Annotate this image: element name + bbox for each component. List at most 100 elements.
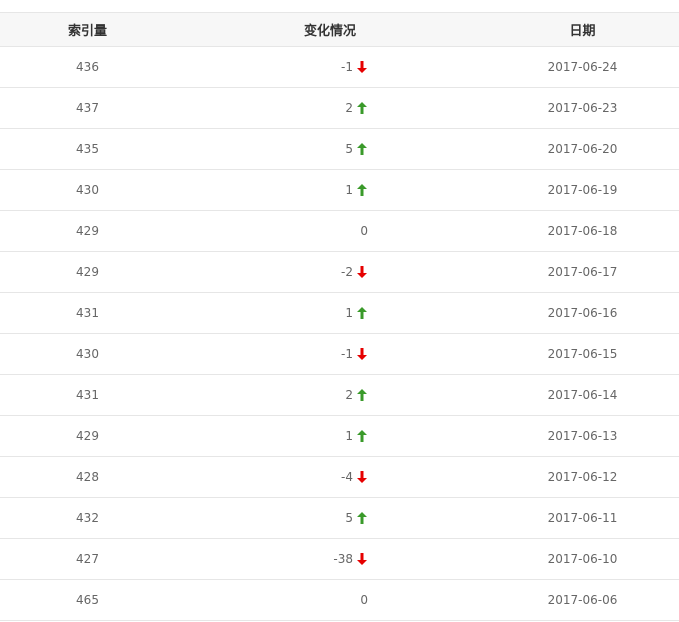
change-value-wrap: 1: [345, 429, 368, 443]
date-value: 2017-06-16: [547, 306, 618, 320]
change-cell: -2: [175, 252, 368, 292]
change-value: 1: [345, 429, 353, 443]
date-value: 2017-06-11: [547, 511, 618, 525]
change-cell: -1: [175, 334, 368, 374]
arrow-down-icon: [356, 552, 368, 566]
change-value: -1: [341, 347, 353, 361]
table-row: 436 -1 2017-06-24: [0, 47, 679, 88]
change-value-wrap: 2: [345, 101, 368, 115]
change-value-wrap: 5: [345, 511, 368, 525]
index-value: 431: [76, 388, 99, 402]
index-value: 437: [76, 101, 99, 115]
change-cell: 0: [175, 580, 368, 620]
change-value-wrap: 1: [345, 183, 368, 197]
date-value: 2017-06-18: [547, 224, 618, 238]
index-value: 435: [76, 142, 99, 156]
arrow-up-icon: [356, 306, 368, 320]
table-row: 435 5 2017-06-20: [0, 129, 679, 170]
index-value: 429: [76, 429, 99, 443]
change-value-wrap: 0: [360, 224, 368, 238]
arrow-down-icon: [356, 265, 368, 279]
arrow-up-icon: [356, 183, 368, 197]
change-value: 5: [345, 142, 353, 156]
change-value-wrap: -1: [341, 60, 368, 74]
table-row: 428 -4 2017-06-12: [0, 457, 679, 498]
date-value: 2017-06-14: [547, 388, 618, 402]
date-value: 2017-06-23: [547, 101, 618, 115]
change-value: -4: [341, 470, 353, 484]
change-value: 0: [360, 593, 368, 607]
arrow-up-icon: [356, 429, 368, 443]
index-value: 429: [76, 265, 99, 279]
index-value: 436: [76, 60, 99, 74]
change-value-wrap: 5: [345, 142, 368, 156]
index-value: 429: [76, 224, 99, 238]
change-value-wrap: 0: [360, 593, 368, 607]
change-cell: 1: [175, 416, 368, 456]
date-value: 2017-06-19: [547, 183, 618, 197]
change-value: 0: [360, 224, 368, 238]
change-cell: 2: [175, 375, 368, 415]
index-value: 428: [76, 470, 99, 484]
change-value: -2: [341, 265, 353, 279]
index-value: 427: [76, 552, 99, 566]
table-row: 437 2 2017-06-23: [0, 88, 679, 129]
header-date: 日期: [569, 24, 596, 39]
arrow-up-icon: [356, 142, 368, 156]
table-body: 436 -1 2017-06-24 437 2 2017-06-23 435 5 2017-06…: [0, 47, 679, 621]
header-change: 变化情况: [303, 24, 356, 39]
change-cell: -4: [175, 457, 368, 497]
change-value-wrap: 1: [345, 306, 368, 320]
arrow-up-icon: [356, 511, 368, 525]
change-value: 2: [345, 101, 353, 115]
arrow-down-icon: [356, 470, 368, 484]
arrow-down-icon: [356, 347, 368, 361]
change-value-wrap: 2: [345, 388, 368, 402]
change-value: -38: [333, 552, 353, 566]
change-cell: 5: [175, 498, 368, 538]
table-row: 465 0 2017-06-06: [0, 580, 679, 621]
date-value: 2017-06-06: [547, 593, 618, 607]
change-cell: -1: [175, 47, 368, 87]
index-value: 430: [76, 183, 99, 197]
table-header: 索引量 变化情况 日期: [0, 12, 679, 47]
change-cell: -38: [175, 539, 368, 579]
change-cell: 1: [175, 170, 368, 210]
table-row: 429 1 2017-06-13: [0, 416, 679, 457]
table-row: 431 1 2017-06-16: [0, 293, 679, 334]
table-row: 432 5 2017-06-11: [0, 498, 679, 539]
date-value: 2017-06-24: [547, 60, 618, 74]
date-value: 2017-06-13: [547, 429, 618, 443]
table-row: 431 2 2017-06-14: [0, 375, 679, 416]
change-value-wrap: -38: [333, 552, 368, 566]
change-cell: 0: [175, 211, 368, 251]
date-value: 2017-06-15: [547, 347, 618, 361]
index-table: 索引量 变化情况 日期 436 -1 2017-06-24 437 2 2017-06-2…: [0, 12, 679, 621]
change-value: -1: [341, 60, 353, 74]
change-value: 5: [345, 511, 353, 525]
change-value: 2: [345, 388, 353, 402]
change-value-wrap: -2: [341, 265, 368, 279]
change-cell: 1: [175, 293, 368, 333]
date-value: 2017-06-20: [547, 142, 618, 156]
date-value: 2017-06-12: [547, 470, 618, 484]
change-value-wrap: -4: [341, 470, 368, 484]
index-value: 465: [76, 593, 99, 607]
table-row: 430 -1 2017-06-15: [0, 334, 679, 375]
table-row: 429 0 2017-06-18: [0, 211, 679, 252]
index-value: 431: [76, 306, 99, 320]
table-row: 427 -38 2017-06-10: [0, 539, 679, 580]
arrow-up-icon: [356, 101, 368, 115]
change-value: 1: [345, 183, 353, 197]
header-index: 索引量: [67, 24, 107, 39]
change-value-wrap: -1: [341, 347, 368, 361]
table-row: 430 1 2017-06-19: [0, 170, 679, 211]
date-value: 2017-06-17: [547, 265, 618, 279]
change-cell: 5: [175, 129, 368, 169]
index-value: 432: [76, 511, 99, 525]
change-value: 1: [345, 306, 353, 320]
date-value: 2017-06-10: [547, 552, 618, 566]
table-row: 429 -2 2017-06-17: [0, 252, 679, 293]
change-cell: 2: [175, 88, 368, 128]
index-value: 430: [76, 347, 99, 361]
